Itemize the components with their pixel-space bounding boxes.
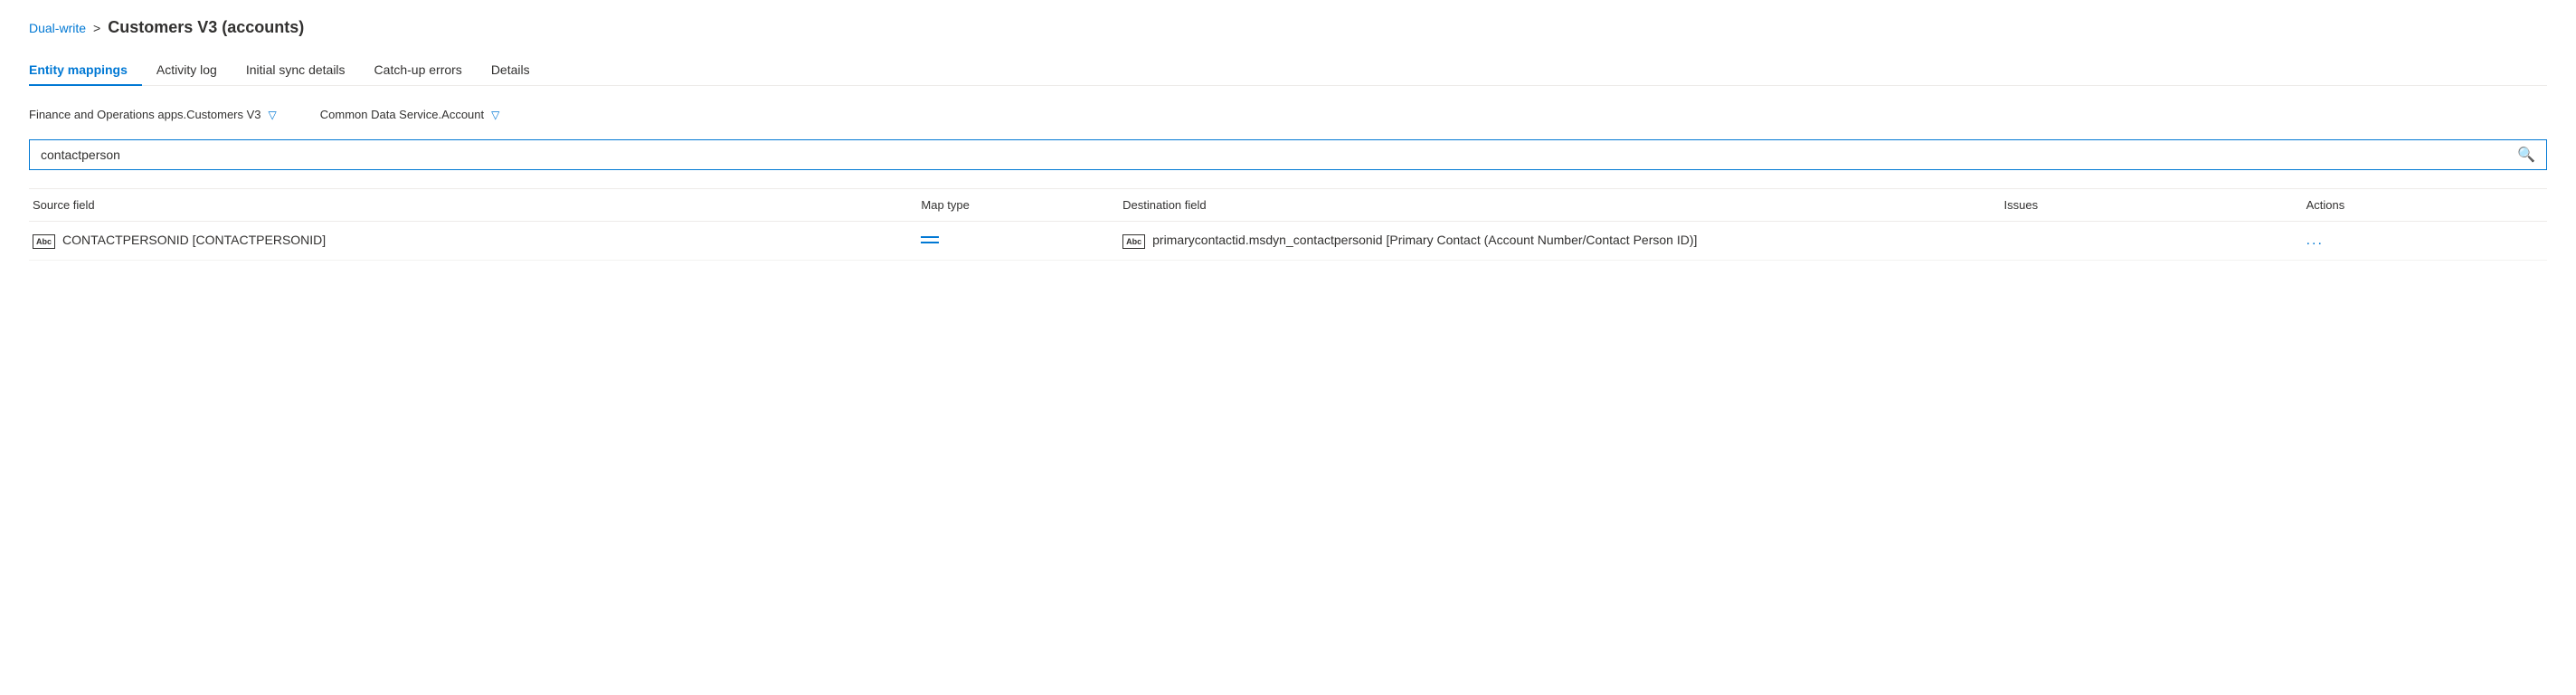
col-header-maptype: Map type — [910, 189, 1112, 222]
destination-field-text: primarycontactid.msdyn_contactpersonid [… — [1152, 233, 1697, 247]
col-header-source: Source field — [29, 189, 910, 222]
left-filter-icon[interactable]: ▽ — [269, 109, 277, 121]
table-body: Abc CONTACTPERSONID [CONTACTPERSONID] Ab… — [29, 222, 2547, 261]
breadcrumb-separator: > — [93, 21, 100, 35]
left-filter: Finance and Operations apps.Customers V3… — [29, 108, 277, 121]
map-line-2 — [921, 242, 939, 243]
breadcrumb-current: Customers V3 (accounts) — [108, 18, 304, 37]
actions-cell: ... — [2296, 222, 2547, 261]
breadcrumb-parent[interactable]: Dual-write — [29, 21, 86, 35]
tab-entity-mappings[interactable]: Entity mappings — [29, 55, 142, 86]
filter-row: Finance and Operations apps.Customers V3… — [29, 108, 2547, 121]
search-input[interactable] — [41, 148, 2517, 162]
source-field-cell: Abc CONTACTPERSONID [CONTACTPERSONID] — [33, 233, 899, 249]
map-type-icon — [921, 236, 1101, 243]
col-header-actions: Actions — [2296, 189, 2547, 222]
tab-initial-sync-details[interactable]: Initial sync details — [232, 55, 360, 86]
entity-mappings-table: Source field Map type Destination field … — [29, 188, 2547, 261]
destination-cell: Abc primarycontactid.msdyn_contactperson… — [1112, 222, 1993, 261]
right-filter: Common Data Service.Account ▽ — [320, 108, 500, 121]
destination-field-cell: Abc primarycontactid.msdyn_contactperson… — [1122, 233, 1982, 249]
actions-menu-button[interactable]: ... — [2306, 233, 2324, 248]
source-field-text: CONTACTPERSONID [CONTACTPERSONID] — [62, 233, 326, 247]
maptype-cell — [910, 222, 1112, 261]
destination-abc-icon: Abc — [1122, 234, 1145, 249]
table-row: Abc CONTACTPERSONID [CONTACTPERSONID] Ab… — [29, 222, 2547, 261]
issues-cell — [1994, 222, 2296, 261]
left-filter-label: Finance and Operations apps.Customers V3 — [29, 108, 261, 121]
search-icon[interactable]: 🔍 — [2517, 146, 2535, 164]
tab-activity-log[interactable]: Activity log — [142, 55, 232, 86]
tab-catch-up-errors[interactable]: Catch-up errors — [360, 55, 477, 86]
source-cell: Abc CONTACTPERSONID [CONTACTPERSONID] — [29, 222, 910, 261]
col-header-issues: Issues — [1994, 189, 2296, 222]
right-filter-label: Common Data Service.Account — [320, 108, 484, 121]
source-abc-icon: Abc — [33, 234, 55, 249]
breadcrumb: Dual-write > Customers V3 (accounts) — [29, 18, 2547, 37]
tab-details[interactable]: Details — [477, 55, 545, 86]
table-header: Source field Map type Destination field … — [29, 189, 2547, 222]
col-header-destination: Destination field — [1112, 189, 1993, 222]
map-line-1 — [921, 236, 939, 238]
page-container: Dual-write > Customers V3 (accounts) Ent… — [0, 0, 2576, 279]
right-filter-icon[interactable]: ▽ — [491, 109, 499, 121]
tabs-bar: Entity mappings Activity log Initial syn… — [29, 55, 2547, 86]
search-container: 🔍 — [29, 139, 2547, 170]
